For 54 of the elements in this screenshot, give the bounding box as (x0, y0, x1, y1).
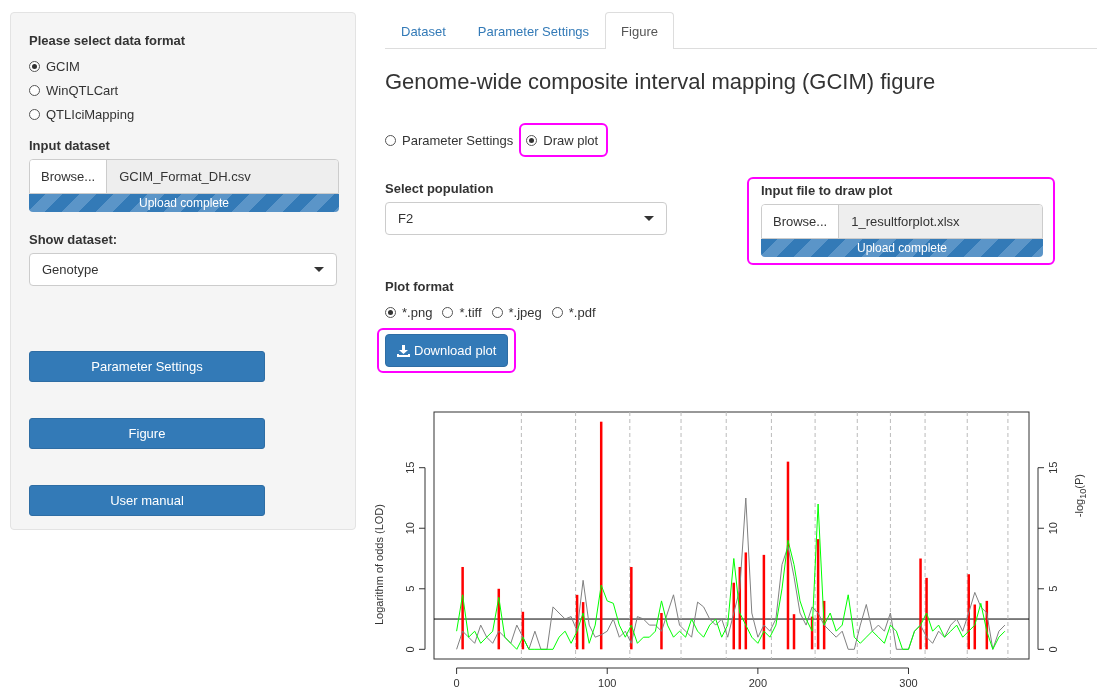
dataset-dropdown[interactable]: Genotype (29, 253, 337, 286)
tab[interactable]: Dataset (385, 12, 462, 49)
upload-status: Upload complete (137, 195, 231, 212)
field-label: Input dataset (29, 138, 111, 153)
lod-bar (732, 582, 735, 650)
radio-option[interactable]: Parameter Settings (385, 128, 514, 152)
lod-bar (792, 614, 796, 650)
x-tick-label: 100 (598, 677, 617, 689)
radio-option[interactable]: GCIM (29, 54, 80, 78)
tab[interactable]: Figure (605, 12, 674, 49)
radio-option[interactable]: WinQTLCart (29, 78, 119, 102)
lod-bar (660, 613, 663, 650)
caret-icon (314, 267, 324, 272)
sidebar-button[interactable]: Figure (29, 418, 265, 449)
page-heading: Genome-wide composite interval mapping (GCIM) figure (385, 69, 937, 95)
lod-bar (575, 594, 579, 650)
y-tick-label: 0 (1047, 646, 1059, 653)
y-tick-label: 10 (1047, 522, 1059, 535)
x-tick-label: 200 (748, 677, 768, 689)
field-label: Show dataset: (29, 232, 119, 247)
field-label: Please select data format (29, 33, 187, 48)
upload-status: Upload complete (855, 240, 949, 257)
radio-option[interactable]: *.jpeg (491, 300, 542, 324)
y-tick-label: 15 (404, 461, 416, 474)
x-tick-label: 300 (899, 677, 918, 689)
lod-bar (521, 611, 525, 650)
y-tick-label: 5 (404, 585, 416, 592)
population-dropdown[interactable]: F2 (385, 202, 667, 235)
lod-bar (497, 588, 500, 650)
tab[interactable]: Parameter Settings (461, 12, 606, 49)
y-tick-label: 15 (1047, 461, 1059, 474)
lod-bar (822, 600, 826, 650)
field-label: Input file to draw plot (761, 183, 894, 198)
radio-option[interactable]: Draw plot (526, 128, 599, 152)
caret-icon (644, 216, 654, 221)
lod-bar (810, 616, 814, 650)
lod-bar (581, 602, 585, 650)
y-axis-title: Logarithm of odds (LOD) (373, 504, 385, 626)
radio-option[interactable]: *.png (385, 300, 433, 324)
radio-option[interactable]: *.tiff (442, 300, 482, 324)
download-icon (397, 344, 410, 357)
y-tick-label: 10 (404, 522, 416, 535)
sidebar-button[interactable]: User manual (29, 485, 265, 516)
y-tick-label: 0 (404, 646, 416, 653)
radio-option[interactable]: QTLIciMapping (29, 102, 135, 126)
sidebar-button[interactable]: Parameter Settings (29, 351, 265, 382)
field-label: Plot format (385, 279, 455, 294)
radio-option[interactable]: *.pdf (551, 300, 596, 324)
lod-bar (973, 604, 976, 650)
x-tick-label: 0 (453, 677, 460, 689)
download-button[interactable]: Download plot (385, 334, 509, 367)
field-label: Select population (385, 181, 495, 196)
lod-bar (985, 600, 989, 650)
y-tick-label: 5 (1047, 585, 1059, 592)
